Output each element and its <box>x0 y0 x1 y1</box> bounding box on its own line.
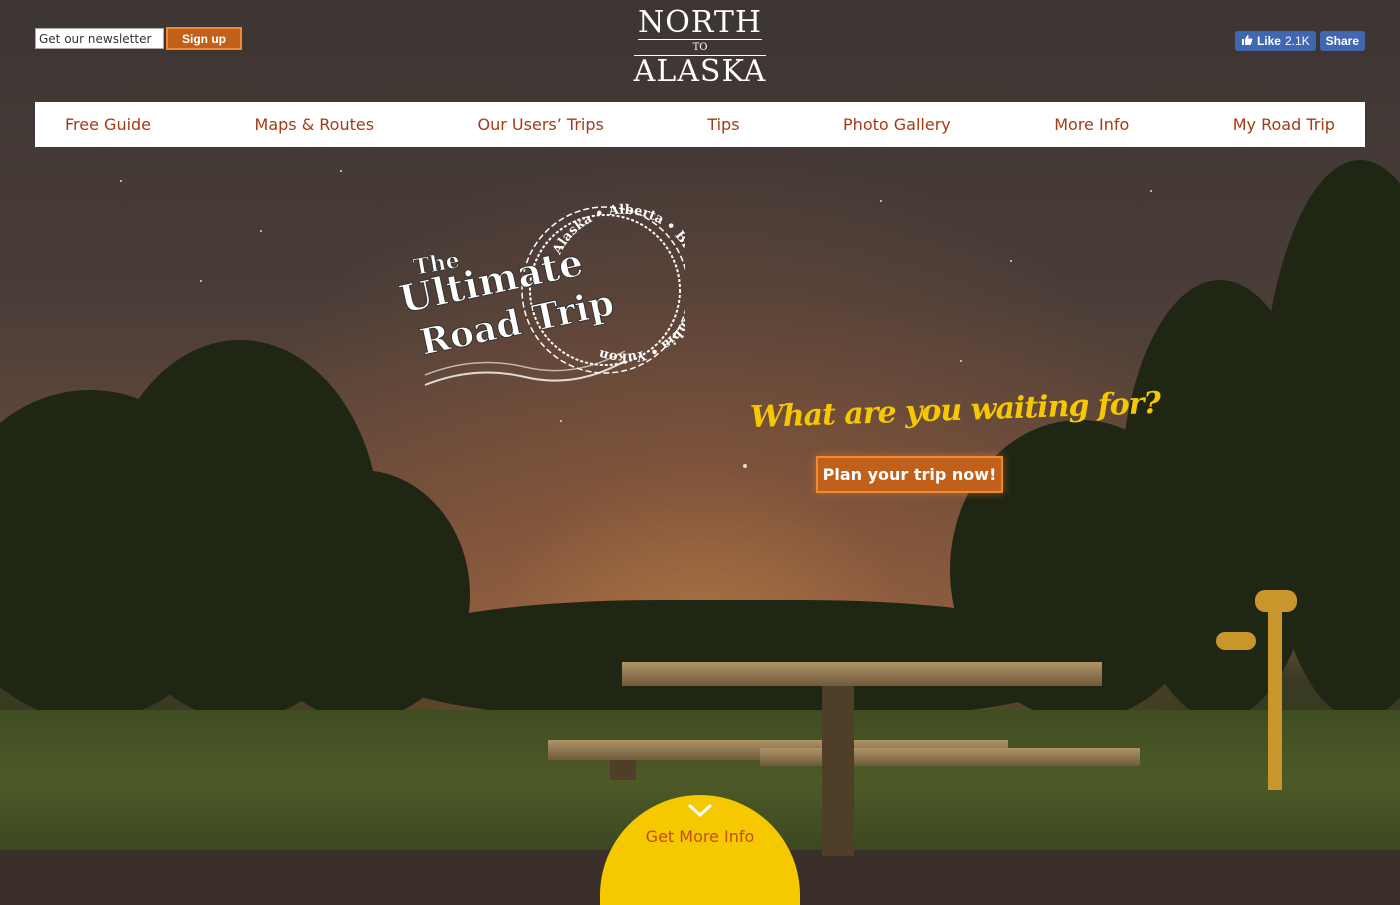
logo-line-north: NORTH <box>637 5 763 40</box>
nav-item-my-road-trip[interactable]: My Road Trip <box>1233 115 1335 134</box>
thumbs-up-icon <box>1241 34 1253 49</box>
newsletter-email-input[interactable] <box>35 28 164 49</box>
facebook-share-button[interactable]: Share <box>1319 31 1365 51</box>
get-more-info-button[interactable]: Get More Info <box>600 795 800 905</box>
chevron-down-icon <box>600 801 800 823</box>
ultimate-road-trip-stamp: Alaska • Alberta • British Columbia • Yu… <box>395 203 685 386</box>
nav-item-photo-gallery[interactable]: Photo Gallery <box>843 115 951 134</box>
facebook-like-button[interactable]: Like 2.1K <box>1234 31 1316 51</box>
newsletter-form: Sign up <box>35 27 242 50</box>
logo-line-to: TO <box>692 42 708 53</box>
nav-item-maps-routes[interactable]: Maps & Routes <box>255 115 375 134</box>
nav-item-tips[interactable]: Tips <box>707 115 739 134</box>
main-nav: Free Guide Maps & Routes Our Users’ Trip… <box>35 102 1365 147</box>
signup-button[interactable]: Sign up <box>166 27 242 50</box>
get-more-info-label: Get More Info <box>645 827 755 846</box>
plan-trip-button[interactable]: Plan your trip now! <box>816 456 1003 493</box>
nav-item-users-trips[interactable]: Our Users’ Trips <box>478 115 604 134</box>
like-count: 2.1K <box>1284 34 1310 48</box>
site-logo[interactable]: NORTH TO ALASKA <box>625 8 775 87</box>
nav-item-free-guide[interactable]: Free Guide <box>65 115 151 134</box>
nav-item-more-info[interactable]: More Info <box>1054 115 1129 134</box>
like-label: Like <box>1256 34 1281 48</box>
facebook-widget: Like 2.1K Share <box>1234 31 1365 51</box>
logo-line-alaska: ALASKA <box>633 54 767 89</box>
